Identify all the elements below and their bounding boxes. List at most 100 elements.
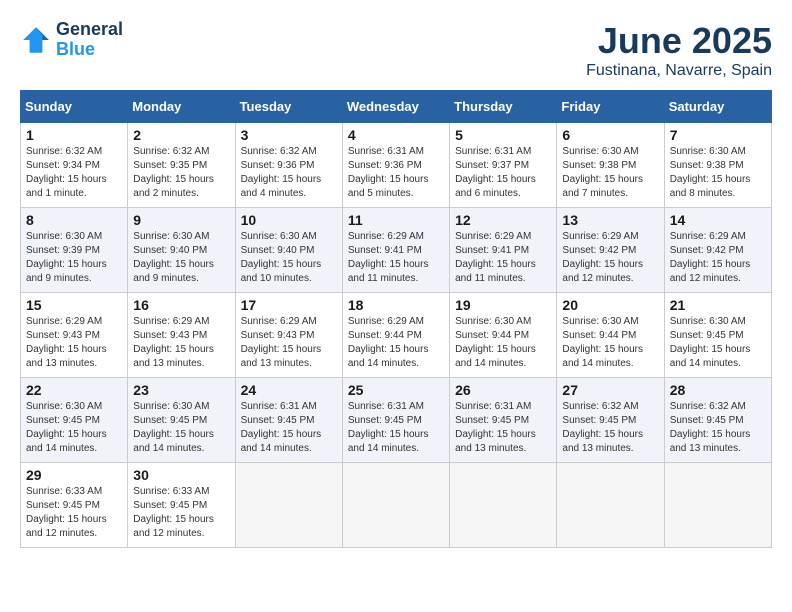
calendar-header-wednesday: Wednesday xyxy=(342,91,449,123)
day-info: Sunrise: 6:30 AMSunset: 9:44 PMDaylight:… xyxy=(455,315,551,371)
day-number: 15 xyxy=(26,297,122,313)
day-info: Sunrise: 6:29 AMSunset: 9:43 PMDaylight:… xyxy=(241,315,337,371)
calendar-week-row: 22 Sunrise: 6:30 AMSunset: 9:45 PMDayligh… xyxy=(21,378,772,463)
day-number: 3 xyxy=(241,127,337,143)
day-number: 23 xyxy=(133,382,229,398)
calendar-cell: 6 Sunrise: 6:30 AMSunset: 9:38 PMDaylight… xyxy=(557,123,664,208)
day-number: 10 xyxy=(241,212,337,228)
month-title: June 2025 xyxy=(586,20,772,62)
calendar-cell: 25 Sunrise: 6:31 AMSunset: 9:45 PMDayligh… xyxy=(342,378,449,463)
day-info: Sunrise: 6:29 AMSunset: 9:44 PMDaylight:… xyxy=(348,315,444,371)
day-number: 17 xyxy=(241,297,337,313)
day-info: Sunrise: 6:29 AMSunset: 9:43 PMDaylight:… xyxy=(26,315,122,371)
day-number: 5 xyxy=(455,127,551,143)
day-number: 7 xyxy=(670,127,766,143)
calendar-cell: 30 Sunrise: 6:33 AMSunset: 9:45 PMDayligh… xyxy=(128,463,235,548)
calendar-cell: 5 Sunrise: 6:31 AMSunset: 9:37 PMDaylight… xyxy=(450,123,557,208)
calendar-header-tuesday: Tuesday xyxy=(235,91,342,123)
logo: General Blue xyxy=(20,20,123,60)
calendar-cell: 22 Sunrise: 6:30 AMSunset: 9:45 PMDayligh… xyxy=(21,378,128,463)
calendar-cell: 28 Sunrise: 6:32 AMSunset: 9:45 PMDayligh… xyxy=(664,378,771,463)
calendar-week-row: 29 Sunrise: 6:33 AMSunset: 9:45 PMDayligh… xyxy=(21,463,772,548)
calendar-header-friday: Friday xyxy=(557,91,664,123)
calendar-header-thursday: Thursday xyxy=(450,91,557,123)
calendar-cell xyxy=(342,463,449,548)
day-number: 26 xyxy=(455,382,551,398)
calendar-cell: 2Sunrise: 6:32 AMSunset: 9:35 PMDaylight… xyxy=(128,123,235,208)
calendar-cell: 21 Sunrise: 6:30 AMSunset: 9:45 PMDayligh… xyxy=(664,293,771,378)
location: Fustinana, Navarre, Spain xyxy=(586,62,772,80)
calendar-cell: 11Sunrise: 6:29 AMSunset: 9:41 PMDayligh… xyxy=(342,208,449,293)
day-info: Sunrise: 6:31 AMSunset: 9:45 PMDaylight:… xyxy=(241,400,337,456)
day-info: Sunrise: 6:29 AMSunset: 9:42 PMDaylight:… xyxy=(670,230,766,286)
calendar-cell: 4Sunrise: 6:31 AMSunset: 9:36 PMDaylight… xyxy=(342,123,449,208)
day-info: Sunrise: 6:32 AMSunset: 9:34 PMDaylight:… xyxy=(26,145,122,201)
day-info: Sunrise: 6:30 AMSunset: 9:40 PMDaylight:… xyxy=(241,230,337,286)
day-info: Sunrise: 6:30 AMSunset: 9:38 PMDaylight:… xyxy=(670,145,766,201)
day-number: 11 xyxy=(348,212,444,228)
page-header: General Blue June 2025 Fustinana, Navarr… xyxy=(20,20,772,80)
calendar-cell: 26 Sunrise: 6:31 AMSunset: 9:45 PMDayligh… xyxy=(450,378,557,463)
day-info: Sunrise: 6:29 AMSunset: 9:42 PMDaylight:… xyxy=(562,230,658,286)
day-info: Sunrise: 6:30 AMSunset: 9:45 PMDaylight:… xyxy=(670,315,766,371)
calendar-table: SundayMondayTuesdayWednesdayThursdayFrid… xyxy=(20,90,772,548)
calendar-cell: 14 Sunrise: 6:29 AMSunset: 9:42 PMDayligh… xyxy=(664,208,771,293)
calendar-cell: 17 Sunrise: 6:29 AMSunset: 9:43 PMDayligh… xyxy=(235,293,342,378)
day-info: Sunrise: 6:31 AMSunset: 9:45 PMDaylight:… xyxy=(455,400,551,456)
day-number: 2 xyxy=(133,127,229,143)
day-number: 29 xyxy=(26,467,122,483)
calendar-cell: 10 Sunrise: 6:30 AMSunset: 9:40 PMDayligh… xyxy=(235,208,342,293)
day-info: Sunrise: 6:29 AMSunset: 9:43 PMDaylight:… xyxy=(133,315,229,371)
calendar-cell: 18Sunrise: 6:29 AMSunset: 9:44 PMDayligh… xyxy=(342,293,449,378)
day-number: 14 xyxy=(670,212,766,228)
day-info: Sunrise: 6:33 AMSunset: 9:45 PMDaylight:… xyxy=(26,485,122,541)
calendar-cell: 23 Sunrise: 6:30 AMSunset: 9:45 PMDayligh… xyxy=(128,378,235,463)
day-info: Sunrise: 6:30 AMSunset: 9:38 PMDaylight:… xyxy=(562,145,658,201)
calendar-cell: 9Sunrise: 6:30 AMSunset: 9:40 PMDaylight… xyxy=(128,208,235,293)
day-info: Sunrise: 6:32 AMSunset: 9:45 PMDaylight:… xyxy=(670,400,766,456)
calendar-cell: 8 Sunrise: 6:30 AMSunset: 9:39 PMDaylight… xyxy=(21,208,128,293)
day-number: 6 xyxy=(562,127,658,143)
day-number: 8 xyxy=(26,212,122,228)
calendar-week-row: 8 Sunrise: 6:30 AMSunset: 9:39 PMDaylight… xyxy=(21,208,772,293)
day-number: 21 xyxy=(670,297,766,313)
calendar-cell xyxy=(664,463,771,548)
calendar-week-row: 1 Sunrise: 6:32 AMSunset: 9:34 PMDaylight… xyxy=(21,123,772,208)
calendar-cell: 15 Sunrise: 6:29 AMSunset: 9:43 PMDayligh… xyxy=(21,293,128,378)
calendar-cell: 19 Sunrise: 6:30 AMSunset: 9:44 PMDayligh… xyxy=(450,293,557,378)
day-number: 30 xyxy=(133,467,229,483)
day-number: 9 xyxy=(133,212,229,228)
calendar-header-monday: Monday xyxy=(128,91,235,123)
calendar-week-row: 15 Sunrise: 6:29 AMSunset: 9:43 PMDayligh… xyxy=(21,293,772,378)
calendar-cell xyxy=(557,463,664,548)
calendar-cell xyxy=(450,463,557,548)
calendar-cell: 20Sunrise: 6:30 AMSunset: 9:44 PMDayligh… xyxy=(557,293,664,378)
day-number: 25 xyxy=(348,382,444,398)
day-number: 22 xyxy=(26,382,122,398)
calendar-header-saturday: Saturday xyxy=(664,91,771,123)
calendar-cell: 29 Sunrise: 6:33 AMSunset: 9:45 PMDayligh… xyxy=(21,463,128,548)
day-info: Sunrise: 6:33 AMSunset: 9:45 PMDaylight:… xyxy=(133,485,229,541)
calendar-header-sunday: Sunday xyxy=(21,91,128,123)
day-info: Sunrise: 6:30 AMSunset: 9:39 PMDaylight:… xyxy=(26,230,122,286)
day-info: Sunrise: 6:31 AMSunset: 9:36 PMDaylight:… xyxy=(348,145,444,201)
calendar-cell: 12Sunrise: 6:29 AMSunset: 9:41 PMDayligh… xyxy=(450,208,557,293)
calendar-cell: 3 Sunrise: 6:32 AMSunset: 9:36 PMDaylight… xyxy=(235,123,342,208)
day-info: Sunrise: 6:32 AMSunset: 9:36 PMDaylight:… xyxy=(241,145,337,201)
calendar-cell: 13Sunrise: 6:29 AMSunset: 9:42 PMDayligh… xyxy=(557,208,664,293)
day-number: 1 xyxy=(26,127,122,143)
day-info: Sunrise: 6:31 AMSunset: 9:45 PMDaylight:… xyxy=(348,400,444,456)
day-number: 28 xyxy=(670,382,766,398)
day-info: Sunrise: 6:30 AMSunset: 9:44 PMDaylight:… xyxy=(562,315,658,371)
day-info: Sunrise: 6:30 AMSunset: 9:45 PMDaylight:… xyxy=(26,400,122,456)
day-number: 16 xyxy=(133,297,229,313)
day-info: Sunrise: 6:32 AMSunset: 9:45 PMDaylight:… xyxy=(562,400,658,456)
calendar-cell xyxy=(235,463,342,548)
day-info: Sunrise: 6:30 AMSunset: 9:45 PMDaylight:… xyxy=(133,400,229,456)
day-info: Sunrise: 6:31 AMSunset: 9:37 PMDaylight:… xyxy=(455,145,551,201)
day-number: 19 xyxy=(455,297,551,313)
calendar-header-row: SundayMondayTuesdayWednesdayThursdayFrid… xyxy=(21,91,772,123)
calendar-cell: 16 Sunrise: 6:29 AMSunset: 9:43 PMDayligh… xyxy=(128,293,235,378)
logo-icon xyxy=(20,24,52,56)
title-area: June 2025 Fustinana, Navarre, Spain xyxy=(586,20,772,80)
